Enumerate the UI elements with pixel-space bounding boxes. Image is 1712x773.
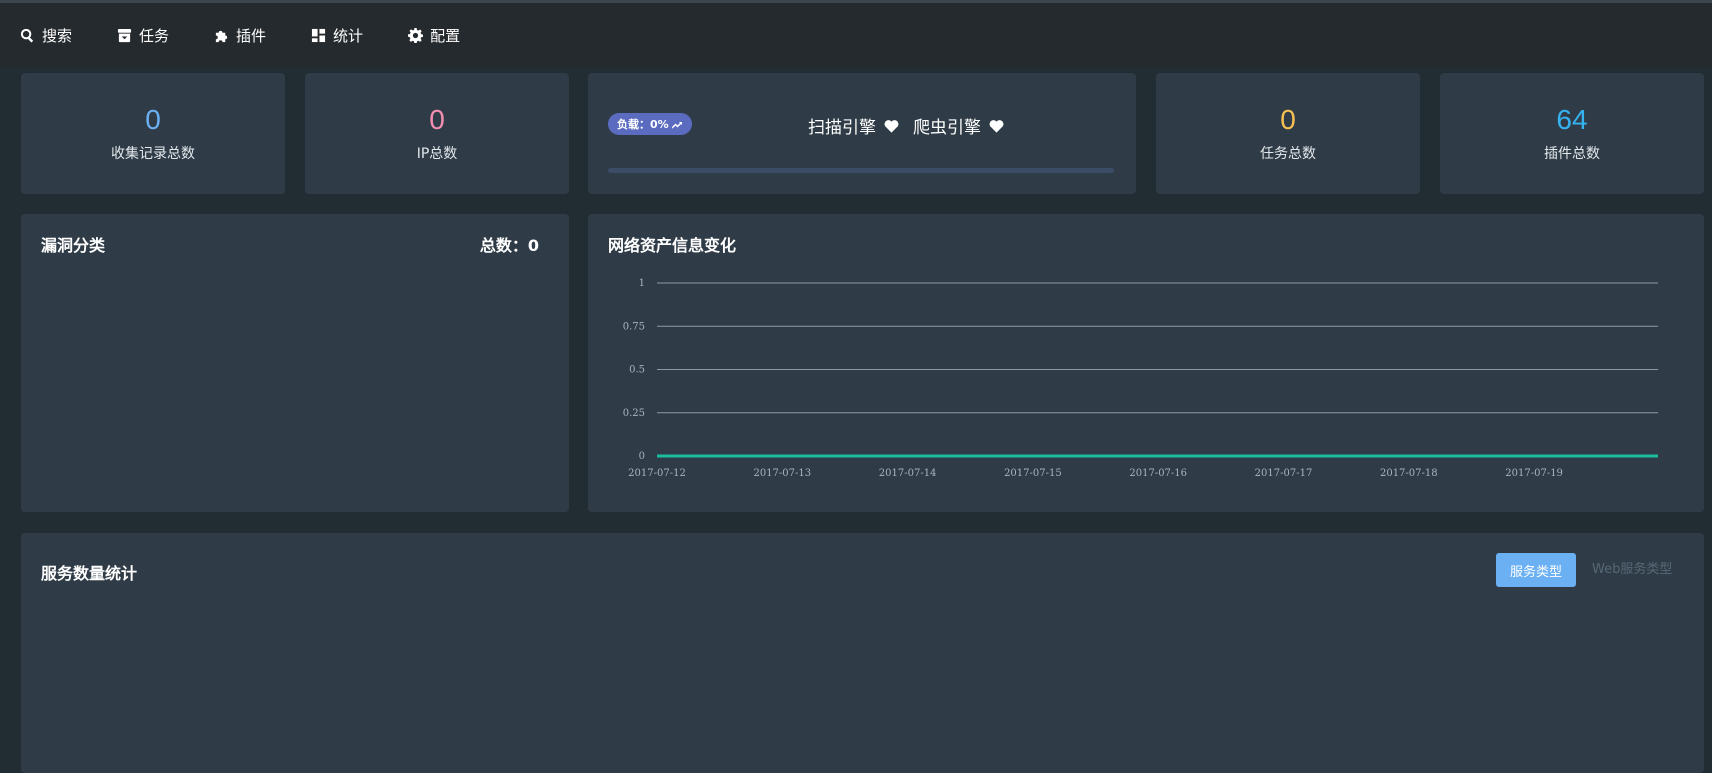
- x-tick-label: 2017-07-16: [1129, 468, 1187, 479]
- plugins-count: 64: [1556, 104, 1588, 135]
- gear-icon: [408, 27, 424, 43]
- vuln-panel: 漏洞分类 总数：0: [21, 214, 569, 512]
- nav-plugins[interactable]: 插件: [214, 25, 266, 46]
- plugins-label: 插件总数: [1544, 146, 1600, 162]
- nav-search-label: 搜索: [42, 26, 73, 45]
- nav-statistics[interactable]: 统计: [311, 25, 363, 46]
- engine-list: 扫描引擎 爬虫引擎: [808, 113, 1010, 138]
- x-tick-label: 2017-07-13: [753, 468, 811, 479]
- ip-count: 0: [429, 104, 445, 135]
- stat-card-tasks: 0 任务总数: [1156, 73, 1420, 194]
- x-tick-label: 2017-07-17: [1255, 468, 1313, 479]
- vuln-title: 漏洞分类: [41, 236, 106, 255]
- nav-statistics-label: 统计: [333, 26, 364, 45]
- puzzle-icon: [215, 30, 228, 42]
- nav-search[interactable]: 搜索: [20, 25, 72, 46]
- nav-config[interactable]: 配置: [408, 25, 460, 46]
- service-type-button[interactable]: 服务类型: [1496, 553, 1576, 587]
- vuln-total: 总数：0: [479, 236, 539, 255]
- load-progress-bar: [608, 168, 1114, 173]
- network-panel: 网络资产信息变化 0 0.25 0.5 0.75 1 2017-07-12 2017-07-…: [588, 214, 1704, 512]
- scan-engine-label: 扫描引擎: [808, 118, 876, 138]
- archive-icon: [117, 28, 132, 42]
- search-icon: [20, 28, 34, 42]
- services-title: 服务数量统计: [41, 564, 138, 583]
- engine-status-card: 负载：0% 扫描引擎 爬虫引擎: [588, 73, 1136, 194]
- x-tick-label: 2017-07-15: [1004, 468, 1062, 479]
- heart-icon: [989, 119, 1004, 133]
- load-label: 负载：0%: [617, 118, 669, 131]
- x-tick-label: 2017-07-18: [1380, 468, 1438, 479]
- records-count: 0: [145, 104, 161, 135]
- nav-plugins-label: 插件: [236, 26, 267, 45]
- x-tick-label: 2017-07-12: [628, 468, 686, 479]
- heart-icon: [884, 119, 899, 133]
- web-service-type-button[interactable]: Web服务类型: [1592, 553, 1672, 587]
- crawler-engine-label: 爬虫引擎: [913, 118, 981, 138]
- stat-card-ip: 0 IP总数: [305, 73, 569, 194]
- y-tick-label: 0.75: [623, 321, 645, 332]
- x-tick-label: 2017-07-19: [1505, 468, 1563, 479]
- y-tick-label: 0.25: [623, 408, 645, 419]
- tasks-count: 0: [1280, 104, 1296, 135]
- trend-up-icon: [671, 121, 682, 129]
- services-panel: 服务数量统计: [21, 533, 1704, 773]
- network-line-chart: 0 0.25 0.5 0.75 1 2017-07-12 2017-07-13 2017-07…: [623, 278, 1658, 479]
- navbar: 搜索 任务 插件 统计 配置: [0, 3, 1712, 67]
- y-tick-label: 0: [639, 451, 645, 462]
- ip-label: IP总数: [416, 146, 458, 162]
- dashboard-icon: [311, 28, 326, 42]
- nav-tasks-label: 任务: [139, 26, 170, 45]
- stat-card-plugins: 64 插件总数: [1440, 73, 1704, 194]
- load-badge: 负载：0%: [608, 113, 692, 135]
- y-tick-label: 0.5: [629, 365, 645, 376]
- x-tick-label: 2017-07-14: [879, 468, 937, 479]
- nav-tasks[interactable]: 任务: [117, 25, 169, 46]
- stat-card-records: 0 收集记录总数: [21, 73, 285, 194]
- tasks-label: 任务总数: [1260, 146, 1316, 162]
- records-label: 收集记录总数: [111, 146, 195, 162]
- y-tick-label: 1: [639, 278, 645, 289]
- nav-config-label: 配置: [430, 26, 461, 45]
